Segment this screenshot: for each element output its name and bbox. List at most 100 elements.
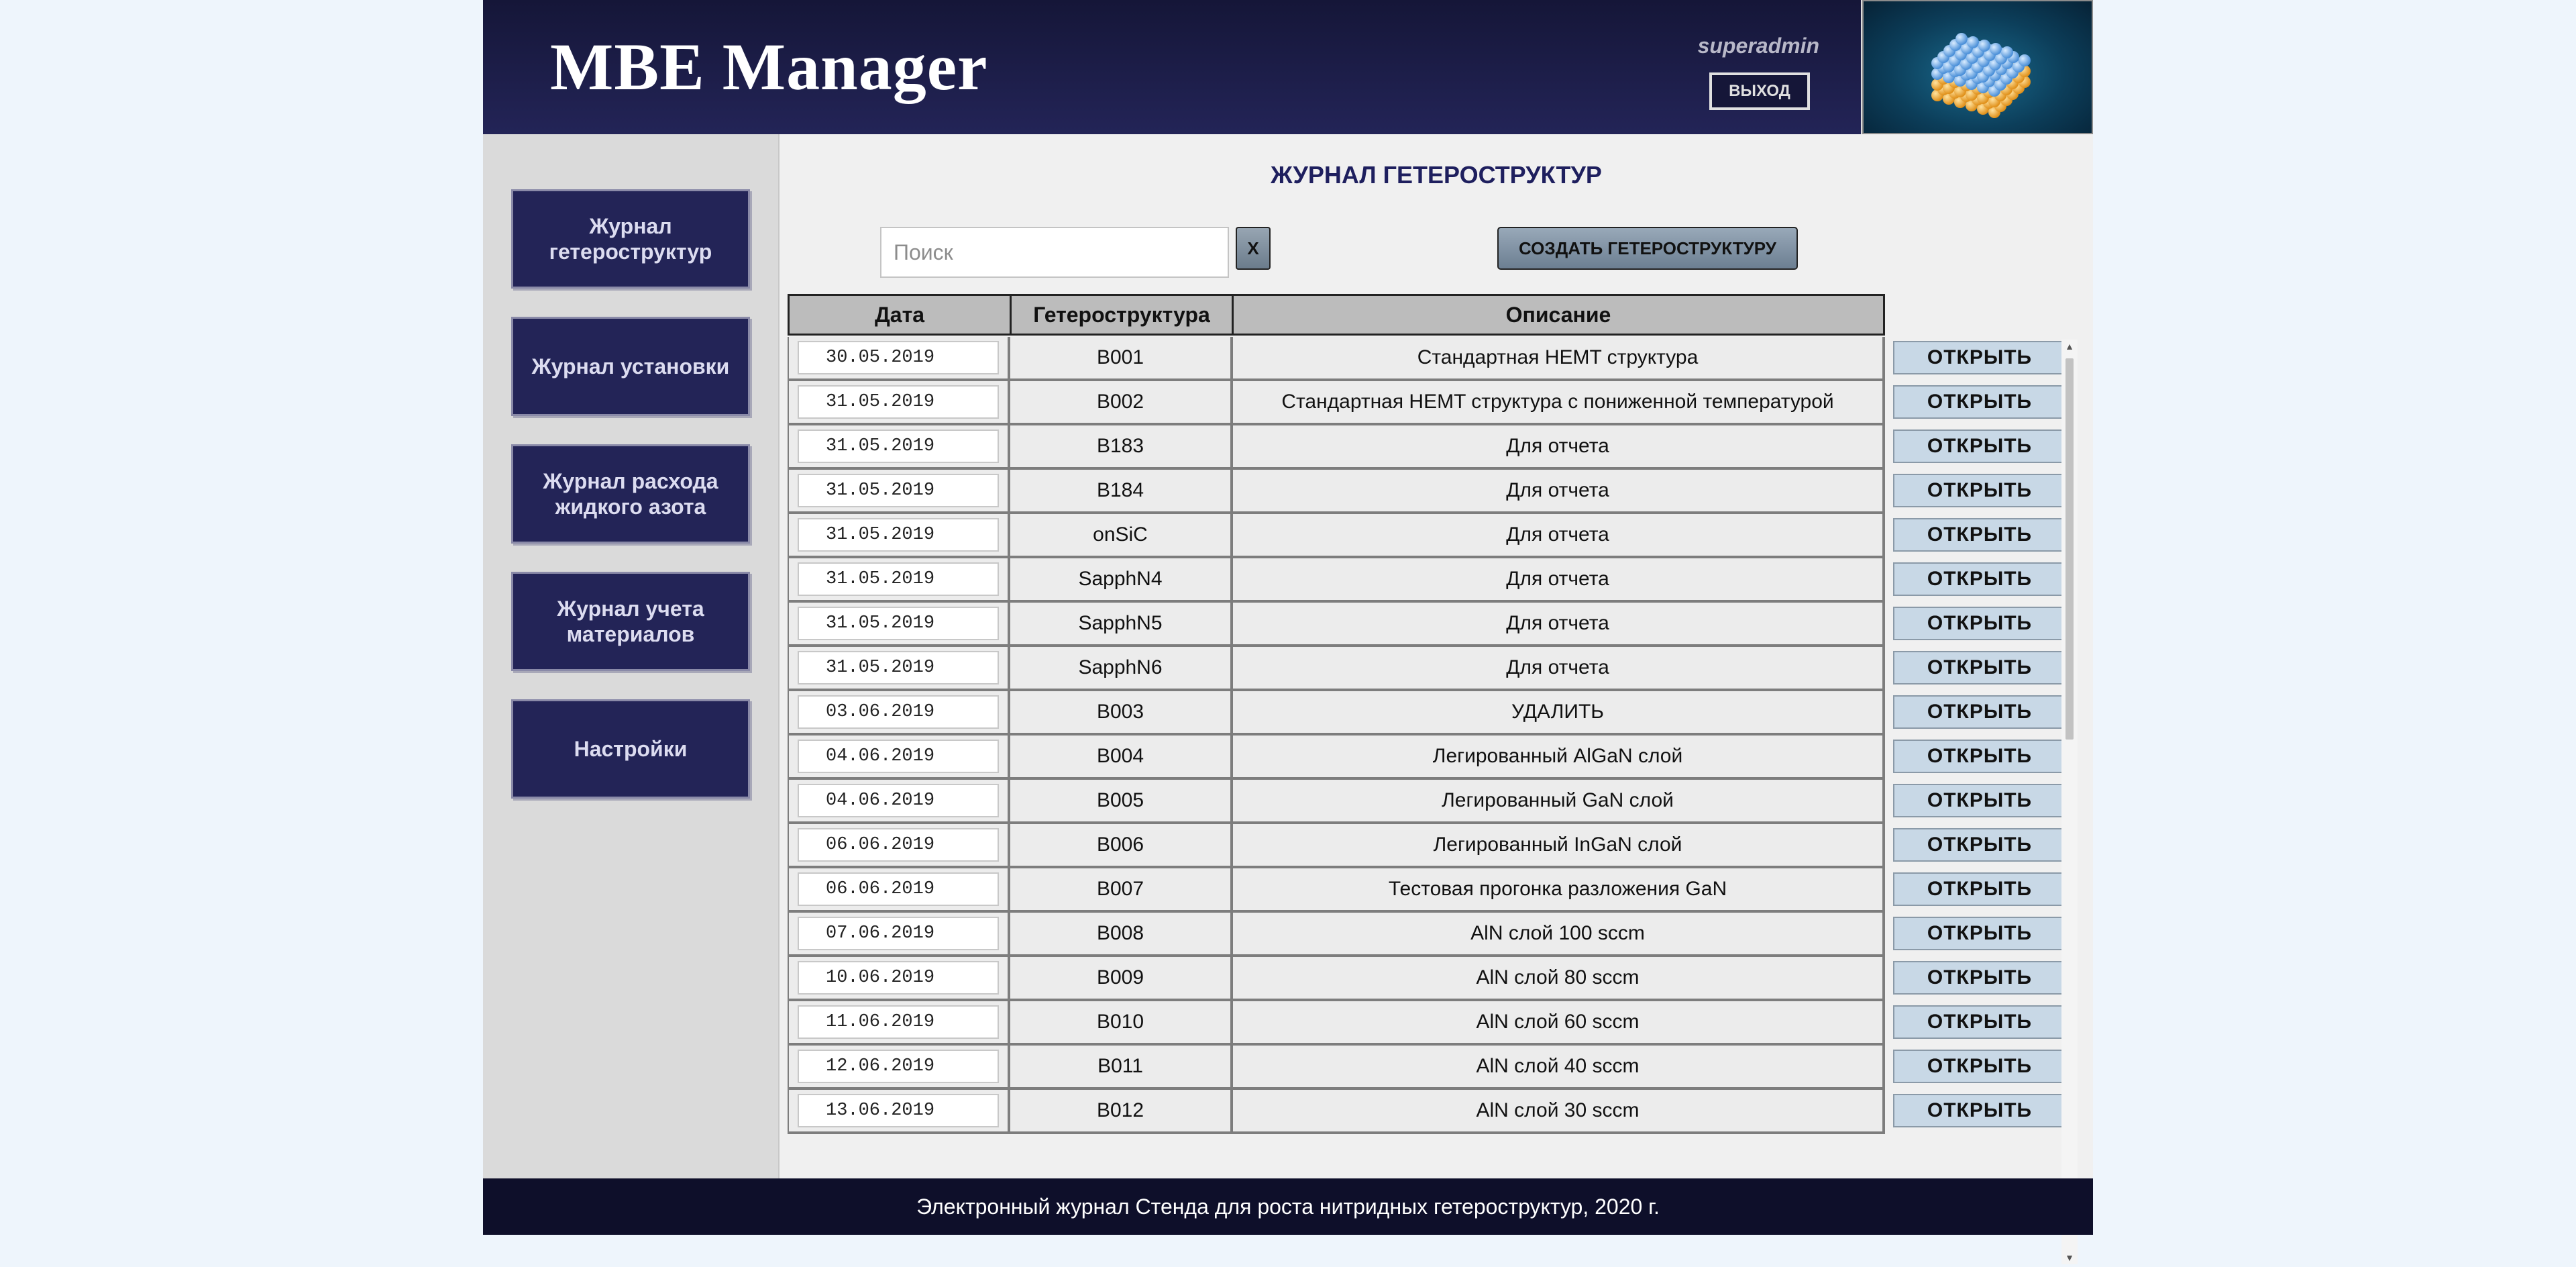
description-cell: AlN слой 80 sccm xyxy=(1233,957,1885,1001)
date-field[interactable]: 31.05.2019 xyxy=(798,474,999,507)
date-field[interactable]: 06.06.2019 xyxy=(798,828,999,862)
date-field[interactable]: 13.06.2019 xyxy=(798,1094,999,1127)
open-button[interactable]: ОТКРЫТЬ xyxy=(1893,828,2062,862)
structure-cell: B005 xyxy=(1010,780,1233,824)
date-cell: 31.05.2019 xyxy=(788,425,1010,470)
structure-cell: B008 xyxy=(1010,913,1233,957)
open-button[interactable]: ОТКРЫТЬ xyxy=(1893,429,2062,463)
nav-nitrogen-journal[interactable]: Журнал расхода жидкого азота xyxy=(511,444,750,544)
scroll-up-icon[interactable]: ▲ xyxy=(2061,340,2078,353)
open-button[interactable]: ОТКРЫТЬ xyxy=(1893,562,2062,596)
search-input[interactable] xyxy=(880,227,1229,278)
date-field[interactable]: 07.06.2019 xyxy=(798,917,999,950)
table-row: 10.06.2019 B009 AlN слой 80 sccm ОТКРЫТЬ xyxy=(788,957,2062,1001)
open-button[interactable]: ОТКРЫТЬ xyxy=(1893,607,2062,640)
structure-cell: B010 xyxy=(1010,1001,1233,1046)
structure-cell: B003 xyxy=(1010,691,1233,736)
open-button[interactable]: ОТКРЫТЬ xyxy=(1893,1050,2062,1083)
date-field[interactable]: 31.05.2019 xyxy=(798,385,999,419)
table-row: 12.06.2019 B011 AlN слой 40 sccm ОТКРЫТЬ xyxy=(788,1046,2062,1090)
date-cell: 31.05.2019 xyxy=(788,381,1010,425)
table-row: 31.05.2019 B183 Для отчета ОТКРЫТЬ xyxy=(788,425,2062,470)
structure-cell: onSiC xyxy=(1010,514,1233,558)
open-button[interactable]: ОТКРЫТЬ xyxy=(1893,961,2062,995)
structure-cell: B001 xyxy=(1010,337,1233,381)
date-field[interactable]: 03.06.2019 xyxy=(798,695,999,729)
column-header-date: Дата xyxy=(788,294,1012,336)
table-row: 07.06.2019 B008 AlN слой 100 sccm ОТКРЫТЬ xyxy=(788,913,2062,957)
date-field[interactable]: 04.06.2019 xyxy=(798,740,999,773)
date-field[interactable]: 30.05.2019 xyxy=(798,341,999,374)
structure-cell: B002 xyxy=(1010,381,1233,425)
date-field[interactable]: 31.05.2019 xyxy=(798,607,999,640)
structure-cell: B011 xyxy=(1010,1046,1233,1090)
date-field[interactable]: 04.06.2019 xyxy=(798,784,999,817)
open-button[interactable]: ОТКРЫТЬ xyxy=(1893,740,2062,773)
open-button[interactable]: ОТКРЫТЬ xyxy=(1893,695,2062,729)
date-cell: 04.06.2019 xyxy=(788,780,1010,824)
open-button[interactable]: ОТКРЫТЬ xyxy=(1893,1005,2062,1039)
scroll-thumb[interactable] xyxy=(2065,358,2074,740)
column-header-structure: Гетероструктура xyxy=(1010,294,1234,336)
table-row: 31.05.2019 B002 Стандартная HEMT структура… xyxy=(788,381,2062,425)
structure-cell: B006 xyxy=(1010,824,1233,868)
open-button[interactable]: ОТКРЫТЬ xyxy=(1893,341,2062,374)
nav-heterostructure-journal[interactable]: Журнал гетероструктур xyxy=(511,189,750,289)
open-button[interactable]: ОТКРЫТЬ xyxy=(1893,474,2062,507)
structure-cell: B004 xyxy=(1010,736,1233,780)
description-cell: Стандартная HEMT структура xyxy=(1233,337,1885,381)
crystal-lattice-icon xyxy=(1931,33,2031,118)
open-button[interactable]: ОТКРЫТЬ xyxy=(1893,518,2062,552)
table-row: 31.05.2019 SapphN5 Для отчета ОТКРЫТЬ xyxy=(788,603,2062,647)
date-cell: 13.06.2019 xyxy=(788,1090,1010,1134)
open-button[interactable]: ОТКРЫТЬ xyxy=(1893,385,2062,419)
structure-cell: B007 xyxy=(1010,868,1233,913)
app-window: MBE Manager superadmin ВЫХОД Журнал гете… xyxy=(483,0,2093,1264)
description-cell: AlN слой 40 sccm xyxy=(1233,1046,1885,1090)
date-cell: 03.06.2019 xyxy=(788,691,1010,736)
description-cell: Легированный InGaN слой xyxy=(1233,824,1885,868)
description-cell: Для отчета xyxy=(1233,603,1885,647)
date-field[interactable]: 31.05.2019 xyxy=(798,651,999,685)
structure-cell: B009 xyxy=(1010,957,1233,1001)
open-button[interactable]: ОТКРЫТЬ xyxy=(1893,917,2062,950)
page-title: ЖУРНАЛ ГЕТЕРОСТРУКТУР xyxy=(1271,161,1602,189)
scroll-down-icon[interactable]: ▼ xyxy=(2061,1251,2078,1264)
open-button[interactable]: ОТКРЫТЬ xyxy=(1893,651,2062,685)
description-cell: AlN слой 100 sccm xyxy=(1233,913,1885,957)
description-cell: Тестовая прогонка разложения GaN xyxy=(1233,868,1885,913)
table-row: 06.06.2019 B006 Легированный InGaN слой ОТК… xyxy=(788,824,2062,868)
table-row: 31.05.2019 B184 Для отчета ОТКРЫТЬ xyxy=(788,470,2062,514)
create-heterostructure-button[interactable]: СОЗДАТЬ ГЕТЕРОСТРУКТУРУ xyxy=(1497,227,1798,270)
open-button[interactable]: ОТКРЫТЬ xyxy=(1893,872,2062,906)
date-field[interactable]: 06.06.2019 xyxy=(798,872,999,906)
date-cell: 10.06.2019 xyxy=(788,957,1010,1001)
description-cell: Легированный GaN слой xyxy=(1233,780,1885,824)
date-field[interactable]: 31.05.2019 xyxy=(798,562,999,596)
structure-cell: B184 xyxy=(1010,470,1233,514)
description-cell: Легированный AlGaN слой xyxy=(1233,736,1885,780)
date-cell: 31.05.2019 xyxy=(788,647,1010,691)
structure-cell: SapphN4 xyxy=(1010,558,1233,603)
open-button[interactable]: ОТКРЫТЬ xyxy=(1893,784,2062,817)
clear-search-button[interactable]: X xyxy=(1236,227,1271,270)
nav-installation-journal[interactable]: Журнал установки xyxy=(511,317,750,416)
logout-button[interactable]: ВЫХОД xyxy=(1709,72,1810,110)
nav-settings[interactable]: Настройки xyxy=(511,699,750,799)
description-cell: УДАЛИТЬ xyxy=(1233,691,1885,736)
table-scrollbar[interactable]: ▲ ▼ xyxy=(2061,340,2078,1264)
nav-materials-journal[interactable]: Журнал учета материалов xyxy=(511,572,750,671)
date-field[interactable]: 12.06.2019 xyxy=(798,1050,999,1083)
open-button[interactable]: ОТКРЫТЬ xyxy=(1893,1094,2062,1127)
description-cell: AlN слой 30 sccm xyxy=(1233,1090,1885,1134)
date-field[interactable]: 31.05.2019 xyxy=(798,518,999,552)
date-field[interactable]: 31.05.2019 xyxy=(798,429,999,463)
date-cell: 12.06.2019 xyxy=(788,1046,1010,1090)
main-content: ЖУРНАЛ ГЕТЕРОСТРУКТУР X СОЗДАТЬ ГЕТЕРОСТ… xyxy=(778,134,2093,1264)
table-header: Дата Гетероструктура Описание xyxy=(788,294,1885,336)
description-cell: Для отчета xyxy=(1233,647,1885,691)
date-field[interactable]: 11.06.2019 xyxy=(798,1005,999,1039)
date-field[interactable]: 10.06.2019 xyxy=(798,961,999,995)
date-cell: 31.05.2019 xyxy=(788,558,1010,603)
table-row: 06.06.2019 B007 Тестовая прогонка разложен… xyxy=(788,868,2062,913)
